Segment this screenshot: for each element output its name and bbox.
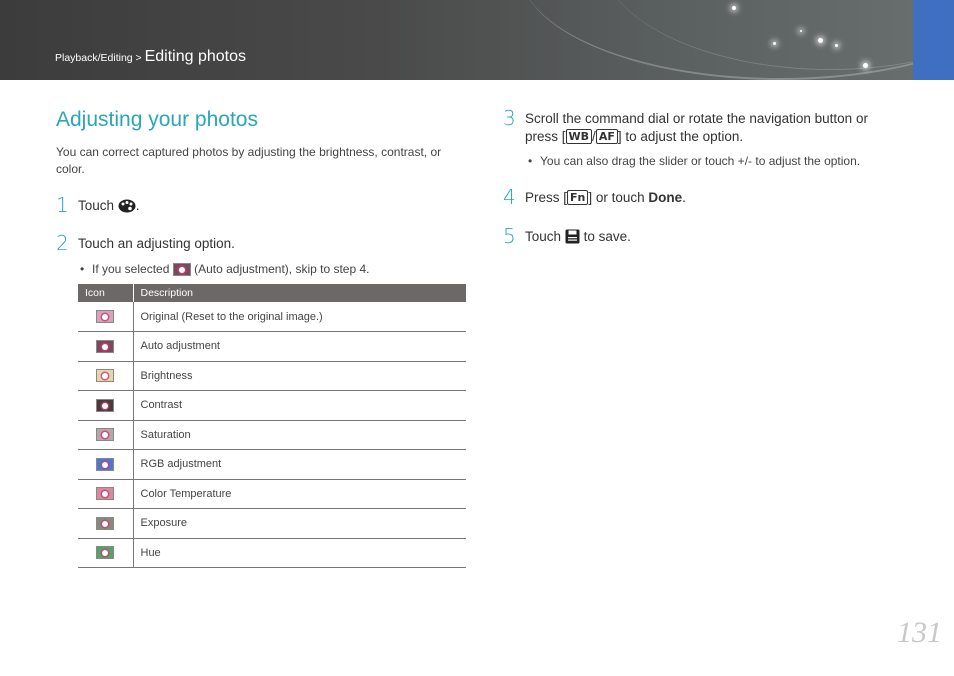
contrast-icon <box>96 398 115 412</box>
description-cell: RGB adjustment <box>133 449 466 480</box>
step-2: 2 Touch an adjusting option. <box>56 231 235 255</box>
icon-cell <box>78 508 134 539</box>
description-cell: Brightness <box>133 361 466 391</box>
table-row: Original (Reset to the original image.) <box>78 302 466 332</box>
breadcrumb: Playback/Editing > Editing photos <box>55 48 246 66</box>
step-text: Touch an adjusting option. <box>78 236 235 251</box>
page-number: 131 <box>897 616 942 649</box>
original-icon <box>96 310 115 323</box>
step-text: Touch <box>525 229 562 244</box>
step-3: 3 Scroll the command dial or rotate the … <box>503 106 868 146</box>
step-text-mid: ] or touch <box>588 190 649 205</box>
step-3-note: • You can also drag the slider or touch +… <box>528 154 861 168</box>
table-row: Brightness <box>78 361 466 391</box>
table-row: Exposure <box>78 508 466 539</box>
note-text: If you selected <box>92 262 170 276</box>
auto-adjustment-icon <box>96 339 115 353</box>
sparkle-icon <box>818 38 823 43</box>
header-banner: Playback/Editing > Editing photos <box>0 0 954 80</box>
done-label: Done <box>648 190 683 205</box>
step-text: Press [ <box>525 190 568 205</box>
note-text: You can also drag the slider or touch +/… <box>540 154 861 168</box>
sparkle-icon <box>732 6 736 10</box>
description-cell: Original (Reset to the original image.) <box>133 302 466 332</box>
table-row: Saturation <box>78 420 466 450</box>
description-cell: Hue <box>133 538 466 568</box>
step-2-note: • If you selected (Auto adjustment), skip… <box>80 262 370 277</box>
step-number: 1 <box>56 193 69 217</box>
fn-key-icon: Fn <box>567 190 589 205</box>
table-header-description: Description <box>133 284 466 302</box>
step-number: 3 <box>503 106 516 130</box>
step-text-end: . <box>135 198 140 213</box>
icon-cell <box>78 538 134 568</box>
icon-cell <box>78 479 134 509</box>
options-table: Icon Description Original (Reset to the … <box>78 284 466 568</box>
palette-icon <box>118 199 136 213</box>
hue-icon <box>96 546 115 560</box>
sparkle-icon <box>863 63 868 68</box>
table-row: Auto adjustment <box>78 331 466 362</box>
sparkle-icon <box>835 44 838 47</box>
step-number: 2 <box>56 231 69 255</box>
description-cell: Saturation <box>133 420 466 450</box>
icon-cell <box>78 420 134 450</box>
step-text-end: . <box>682 190 686 205</box>
save-icon <box>565 229 580 244</box>
auto-adjust-icon <box>172 263 191 277</box>
step-text: Touch <box>78 198 115 213</box>
rgb-adjustment-icon <box>96 457 115 471</box>
exposure-icon <box>96 516 115 530</box>
step-number: 4 <box>503 185 516 209</box>
icon-cell <box>78 390 134 421</box>
brightness-icon <box>96 369 115 383</box>
description-cell: Contrast <box>133 390 466 421</box>
table-row: Hue <box>78 538 466 568</box>
chapter-tab <box>913 0 954 80</box>
table-row: Color Temperature <box>78 479 466 509</box>
table-row: RGB adjustment <box>78 449 466 480</box>
table-header-icon: Icon <box>78 284 134 302</box>
page-title: Adjusting your photos <box>56 108 258 131</box>
description-cell: Exposure <box>133 508 466 539</box>
sparkle-icon <box>800 30 802 32</box>
step-text: Scroll the command dial or rotate the na… <box>525 111 868 126</box>
af-key-icon: AF <box>595 129 618 144</box>
step-text-end: to save. <box>583 229 631 244</box>
table-row: Contrast <box>78 390 466 421</box>
step-text-line2: press [ <box>525 129 566 144</box>
step-number: 5 <box>503 224 516 248</box>
step-1: 1 Touch . <box>56 193 140 217</box>
wb-key-icon: WB <box>565 129 593 144</box>
sparkle-icon <box>773 42 776 45</box>
description-cell: Auto adjustment <box>133 331 466 362</box>
breadcrumb-parent: Playback/Editing > <box>55 52 142 64</box>
icon-cell <box>78 361 134 391</box>
intro-text: You can correct captured photos by adjus… <box>56 145 442 176</box>
description-cell: Color Temperature <box>133 479 466 509</box>
color-temperature-icon <box>96 487 115 501</box>
step-5: 5 Touch to save. <box>503 224 631 248</box>
saturation-icon <box>96 428 115 442</box>
icon-cell <box>78 331 134 362</box>
icon-cell <box>78 449 134 480</box>
step-text-line2-end: ] to adjust the option. <box>617 129 744 144</box>
step-4: 4 Press [Fn] or touch Done. <box>503 185 686 209</box>
breadcrumb-current: Editing photos <box>144 48 247 65</box>
icon-cell <box>78 302 134 332</box>
note-text-end: (Auto adjustment), skip to step 4. <box>194 262 370 276</box>
